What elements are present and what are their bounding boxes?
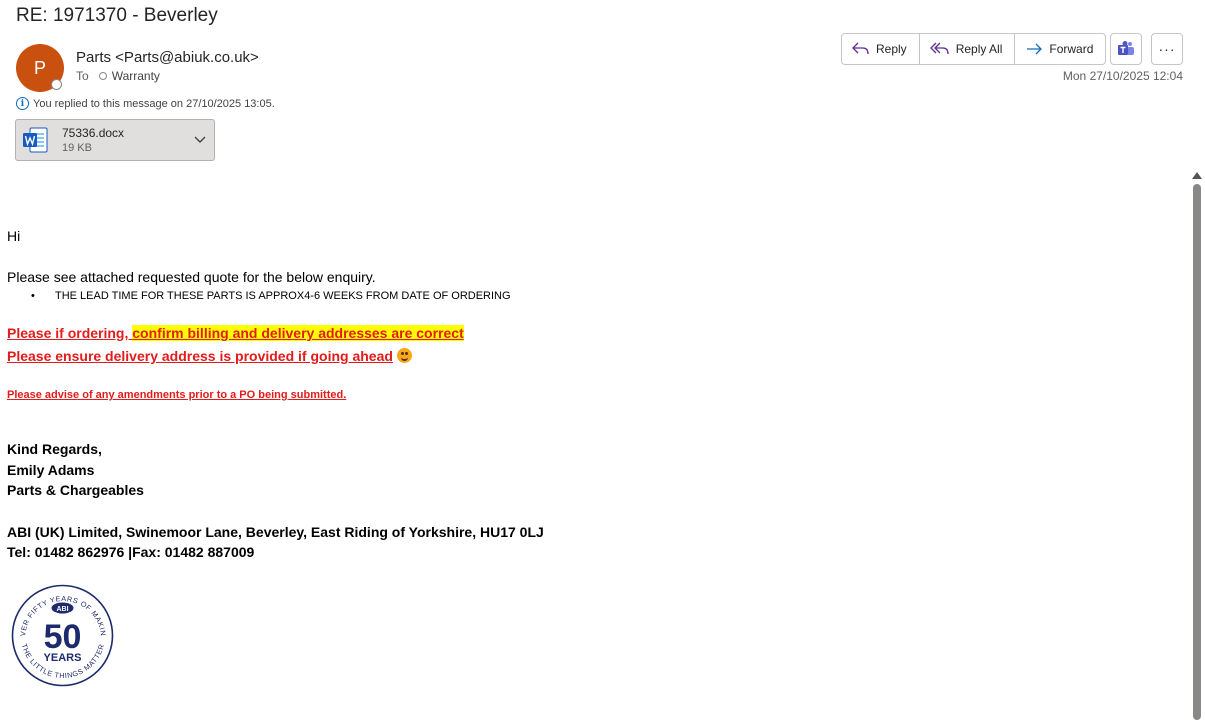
ordering-notice-highlight: confirm billing and delivery addresses a… <box>132 325 464 341</box>
email-subject: RE: 1971370 - Beverley <box>16 5 218 26</box>
scroll-thumb[interactable] <box>1193 184 1201 720</box>
abi-50-years-logo: OVER FIFTY YEARS OF MAKING THE LITTLE TH… <box>11 584 114 687</box>
reply-all-button[interactable]: Reply All <box>920 34 1016 64</box>
more-actions-button[interactable]: ··· <box>1151 33 1183 65</box>
ordering-notice: Please if ordering, confirm billing and … <box>7 325 464 341</box>
forward-icon <box>1027 43 1043 55</box>
teams-icon <box>1118 41 1134 55</box>
bullet-icon: • <box>31 290 35 302</box>
lead-time-text: THE LEAD TIME FOR THESE PARTS IS APPROX4… <box>55 290 511 302</box>
forward-button[interactable]: Forward <box>1015 34 1105 64</box>
smiley-emoji-icon <box>396 348 412 363</box>
signature-name: Emily Adams <box>7 462 95 478</box>
scroll-up-arrow-icon[interactable] <box>1192 172 1202 179</box>
avatar-initial: P <box>33 57 46 78</box>
attachment-size: 19 KB <box>62 142 92 154</box>
attachment-name: 75336.docx <box>62 126 125 140</box>
chevron-down-icon[interactable] <box>194 134 206 144</box>
received-date: Mon 27/10/2025 12:04 <box>1062 69 1183 83</box>
greeting-text: Hi <box>7 228 21 244</box>
company-phone: Tel: 01482 862976 |Fax: 01482 887009 <box>7 544 255 560</box>
word-document-icon <box>23 127 48 153</box>
intro-text: Please see attached requested quote for … <box>7 269 376 285</box>
recipient-presence-icon <box>98 72 107 80</box>
company-address: ABI (UK) Limited, Swinemoor Lane, Beverl… <box>7 524 544 540</box>
sender-name[interactable]: Parts <Parts@abiuk.co.uk> <box>76 49 259 66</box>
reply-info-text: You replied to this message on 27/10/202… <box>33 97 275 110</box>
reply-info: i You replied to this message on 27/10/2… <box>16 97 275 110</box>
logo-badge-text: ABI <box>56 606 68 613</box>
lead-time-list-item: • THE LEAD TIME FOR THESE PARTS IS APPRO… <box>31 290 511 302</box>
reply-all-icon <box>929 42 949 55</box>
forward-label: Forward <box>1049 42 1094 56</box>
logo-years-text: YEARS <box>44 652 82 664</box>
reply-all-label: Reply All <box>955 42 1003 56</box>
info-icon: i <box>16 97 29 110</box>
logo-number: 50 <box>44 618 82 656</box>
to-label: To <box>76 69 89 83</box>
vertical-scrollbar[interactable] <box>1192 172 1202 722</box>
reply-label: Reply <box>876 42 907 56</box>
amendments-notice: Please advise of any amendments prior to… <box>7 389 347 401</box>
signature-department: Parts & Chargeables <box>7 482 144 498</box>
message-actions: Reply Reply All Forward <box>841 33 1107 65</box>
recipients-line: To Warranty <box>76 69 160 83</box>
signoff-text: Kind Regards, <box>7 441 102 457</box>
ordering-notice-start: Please if ordering, <box>7 325 133 341</box>
recipient-name[interactable]: Warranty <box>112 69 160 83</box>
teams-button[interactable] <box>1110 33 1142 65</box>
delivery-notice-text: Please ensure delivery address is provid… <box>7 348 393 364</box>
presence-status-icon <box>51 79 62 90</box>
attachment-card[interactable]: 75336.docx 19 KB <box>15 119 215 161</box>
reply-icon <box>852 42 869 55</box>
reply-button[interactable]: Reply <box>842 34 920 64</box>
delivery-notice: Please ensure delivery address is provid… <box>7 348 412 364</box>
